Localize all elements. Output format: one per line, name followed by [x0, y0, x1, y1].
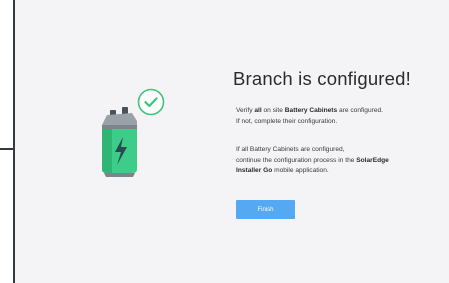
continue-message: If all Battery Cabinets are configured, … — [236, 145, 389, 177]
finish-button[interactable]: Finish — [236, 200, 295, 219]
connector-line — [0, 148, 14, 150]
message-line-5: Installer Go mobile application. — [236, 167, 329, 174]
message-line-3: If all Battery Cabinets are configured, — [236, 146, 345, 153]
verify-message: Verify all on site Battery Cabinets are … — [236, 106, 383, 127]
check-circle-icon — [137, 88, 165, 116]
page-title: Branch is configured! — [233, 68, 411, 89]
screen: Branch is configured! Verify all on site… — [0, 0, 449, 283]
configuration-panel: Branch is configured! Verify all on site… — [13, 0, 449, 283]
battery-illustration — [80, 85, 190, 185]
message-line-1: Verify all on site Battery Cabinets are … — [236, 107, 383, 114]
message-line-2: If not, complete their configuration. — [236, 117, 338, 125]
battery-charged-icon — [102, 107, 137, 177]
message-line-4: continue the configuration process in th… — [236, 156, 389, 164]
